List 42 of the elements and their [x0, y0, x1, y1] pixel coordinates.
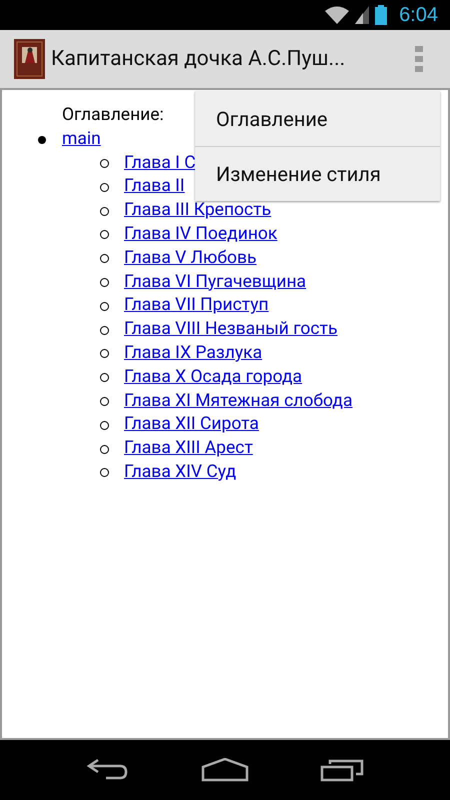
chapter-link[interactable]: Глава III Крепость	[124, 199, 272, 223]
circle-bullet-icon	[100, 278, 109, 287]
chapter-link[interactable]: Глава V Любовь	[124, 246, 257, 271]
circle-bullet-icon	[100, 206, 109, 216]
circle-bullet-icon	[100, 182, 109, 192]
home-icon[interactable]	[200, 758, 249, 782]
back-icon[interactable]	[86, 758, 130, 782]
menu-item[interactable]: Оглавление	[195, 91, 440, 146]
chapter-link[interactable]: Глава II	[124, 175, 185, 200]
app-title: Капитанская дочка А.С.Пуш...	[51, 47, 346, 71]
clock: 6:04	[399, 4, 438, 26]
circle-bullet-icon	[100, 254, 109, 264]
circle-bullet-icon	[100, 158, 109, 168]
chapter-link[interactable]: Глава VIII Незваный гость	[124, 318, 338, 342]
circle-bullet-icon	[100, 349, 109, 358]
circle-bullet-icon	[100, 468, 109, 478]
toc-heading: Оглавление:	[62, 104, 164, 127]
battery-icon	[375, 5, 388, 25]
chapter-link[interactable]: Глава X Осада города	[124, 366, 302, 390]
circle-bullet-icon	[100, 302, 109, 311]
chapter-link[interactable]: Глава XIV Суд	[124, 460, 236, 485]
signal-icon	[355, 6, 370, 24]
chapter-link[interactable]: Глава XIII Арест	[124, 437, 253, 461]
bullet-icon	[38, 136, 46, 144]
wifi-icon	[325, 6, 350, 24]
chapter-link[interactable]: Глава VI Пугачевщина	[124, 270, 306, 294]
circle-bullet-icon	[100, 230, 109, 240]
circle-bullet-icon	[100, 326, 109, 335]
circle-bullet-icon	[100, 373, 109, 382]
chapter-link[interactable]: Глава IV Поединок	[124, 222, 278, 247]
circle-bullet-icon	[100, 420, 109, 430]
chapter-link[interactable]: Глава I С	[124, 152, 196, 176]
chapter-link[interactable]: main	[62, 128, 101, 152]
menu-item[interactable]: Изменение стиля	[195, 146, 440, 201]
chapter-link[interactable]: Глава XII Сирота	[124, 413, 259, 438]
book-cover-icon[interactable]	[14, 39, 45, 79]
circle-bullet-icon	[100, 444, 109, 454]
chapter-link[interactable]: Глава IX Разлука	[124, 342, 262, 366]
recent-apps-icon[interactable]	[320, 758, 364, 782]
chapter-link[interactable]: Глава VII Приступ	[124, 294, 269, 318]
chapter-link[interactable]: Глава XI Мятежная слобода	[124, 390, 352, 414]
circle-bullet-icon	[100, 396, 109, 406]
